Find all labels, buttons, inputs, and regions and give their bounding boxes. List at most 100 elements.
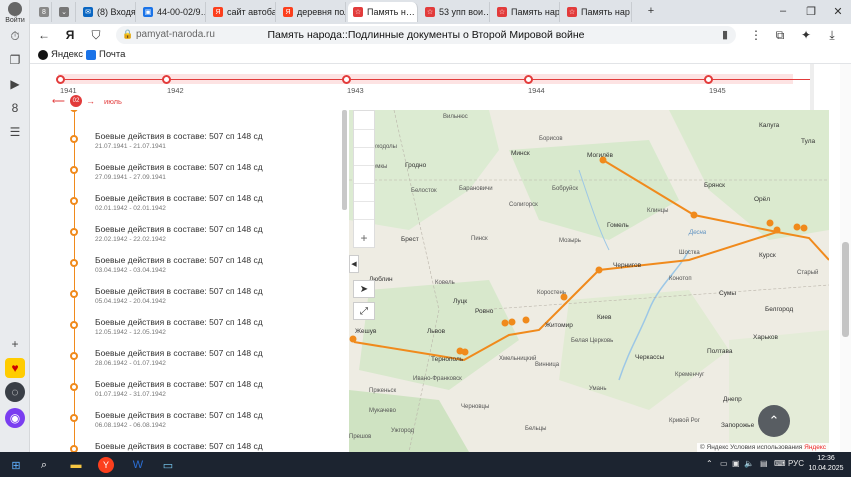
map-label: Ровно: [475, 308, 494, 315]
list-item[interactable]: Боевые действия в составе: 507 сп 148 сд…: [70, 348, 354, 376]
list-item-title: Боевые действия в составе: 507 сп 148 сд: [95, 131, 263, 141]
timeline-handle[interactable]: 02: [70, 95, 82, 107]
tab-1[interactable]: ⌄: [54, 2, 76, 22]
login-button[interactable]: Войти: [2, 2, 28, 24]
list-item-marker: [70, 383, 78, 391]
list-item[interactable]: Боевые действия в составе: 507 сп 148 сд…: [70, 162, 354, 190]
list-item[interactable]: Боевые действия в составе: 507 сп 148 сд…: [70, 410, 354, 438]
downloads-icon[interactable]: ⤓: [824, 27, 840, 43]
chevron-up-icon[interactable]: ⌃: [706, 459, 713, 468]
tab-6[interactable]: ☆Память н…✕: [348, 2, 418, 22]
start-icon[interactable]: ⊞: [6, 455, 26, 475]
locate-icon[interactable]: ➤: [353, 280, 375, 298]
map-label: Коростень: [537, 290, 566, 296]
timeline-marker-1943[interactable]: [342, 75, 351, 84]
tab-5[interactable]: Ядеревня пол…: [278, 2, 346, 22]
bookmarks-bar: Яндекс Почта: [30, 46, 851, 64]
keyboard-icon[interactable]: ⌨: [774, 459, 786, 468]
plus-icon[interactable]: +: [5, 334, 25, 354]
yandex-browser-icon[interactable]: Y: [98, 457, 114, 473]
tab-0[interactable]: 8: [34, 2, 52, 22]
language-indicator[interactable]: РУС: [788, 459, 804, 468]
play-icon[interactable]: ▶: [5, 74, 25, 94]
shortcut-8-icon[interactable]: 8: [5, 98, 25, 118]
extensions-icon[interactable]: ✦: [798, 27, 814, 43]
restore-icon[interactable]: ❐: [798, 0, 824, 22]
bookmark-mail[interactable]: Почта: [86, 49, 125, 60]
address-bar[interactable]: 🔒 pamyat-naroda.ru Память народа::Подлин…: [116, 26, 736, 44]
list-item[interactable]: Боевые действия в составе: 507 сп 148 сд…: [70, 131, 354, 159]
list-item[interactable]: Боевые действия в составе: 507 сп 148 сд…: [70, 286, 354, 314]
page-scrollbar[interactable]: [840, 64, 851, 452]
tab-3[interactable]: ▣ 44-00-02/9…: [138, 2, 206, 22]
timeline-marker-1944[interactable]: [524, 75, 533, 84]
list-scrollbar[interactable]: [342, 110, 347, 210]
battery-icon[interactable]: ▭: [720, 459, 728, 468]
list-item[interactable]: Боевые действия в составе: 507 сп 148 сд: [70, 441, 354, 452]
tab-8[interactable]: ☆ Память нар…: [492, 2, 560, 22]
new-tab-button[interactable]: +: [638, 0, 664, 22]
list-item[interactable]: Боевые действия в составе: 507 сп 148 сд…: [70, 193, 354, 221]
list-icon[interactable]: ☰: [5, 122, 25, 142]
timeline-next-icon[interactable]: →: [86, 96, 95, 106]
minimize-icon[interactable]: –: [770, 0, 796, 22]
scroll-to-top-button[interactable]: ⌃: [758, 405, 790, 437]
app-icon[interactable]: ▭: [158, 455, 178, 475]
bookmark-icon[interactable]: ▮: [722, 28, 728, 41]
search-icon[interactable]: ⌕: [34, 455, 54, 475]
clock[interactable]: 12:36 10.04.2025: [806, 454, 846, 474]
tab-9[interactable]: ☆ Память нар…: [562, 2, 632, 22]
alice-icon[interactable]: ◉: [5, 408, 25, 428]
address-bar-row: ← Я ⛉ 🔒 pamyat-naroda.ru Память народа::…: [30, 24, 851, 46]
map-label: Белая Церковь: [571, 338, 614, 344]
map-label: Днепр: [723, 396, 742, 403]
list-item[interactable]: Боевые действия в составе: 507 сп 148 сд…: [70, 379, 354, 407]
copy-icon[interactable]: ❐: [5, 50, 25, 70]
zoom-in-button[interactable]: +: [354, 231, 374, 245]
explorer-icon[interactable]: ▬: [66, 455, 86, 475]
timeline-marker-1941[interactable]: [56, 75, 65, 84]
back-icon[interactable]: ←: [36, 27, 52, 43]
tab-2[interactable]: ✉ (8) Входящ…: [78, 2, 136, 22]
browser-icon[interactable]: ◌: [5, 382, 25, 402]
map-label: Винница: [535, 362, 560, 368]
tray-app-icon[interactable]: ▣: [732, 459, 740, 468]
list-item-marker: [70, 352, 78, 360]
yandex-logo-icon[interactable]: Я: [62, 27, 78, 43]
timeline-marker-1945[interactable]: [704, 75, 713, 84]
timeline-prev-icon[interactable]: ⟵: [52, 96, 65, 107]
timeline-year: 1943: [347, 86, 364, 95]
list-item[interactable]: Боевые действия в составе: 507 сп 148 сд…: [70, 317, 354, 345]
list-item[interactable]: Боевые действия в составе: 507 сп 148 сд…: [70, 255, 354, 283]
fullscreen-icon[interactable]: ⤢: [353, 302, 375, 320]
list-item-marker: [70, 135, 78, 143]
list-item[interactable]: 20.07.1941 - 21.07.1941: [70, 110, 354, 128]
tab-7[interactable]: ☆ 53 упп вои…: [420, 2, 490, 22]
tab-4[interactable]: Ясайт автоба…: [208, 2, 276, 22]
network-icon[interactable]: ▤: [760, 459, 768, 468]
word-icon[interactable]: W: [128, 455, 148, 475]
map-label: Хмельницкий: [499, 356, 537, 362]
close-window-icon[interactable]: ✕: [825, 0, 851, 22]
list-item[interactable]: Боевые действия в составе: 507 сп 148 сд…: [70, 224, 354, 252]
zoom-slider[interactable]: +: [353, 110, 375, 248]
timeline-marker-1942[interactable]: [162, 75, 171, 84]
page-actions-icon[interactable]: ⋮: [748, 27, 764, 43]
volume-icon[interactable]: 🔈: [744, 459, 754, 468]
map-copyright[interactable]: © Яндекс Условия использования Яндекс: [696, 443, 829, 452]
timeline-scrollbar[interactable]: [810, 64, 814, 110]
collections-icon[interactable]: ⧉: [772, 27, 788, 43]
map-label: Ужгород: [391, 428, 415, 434]
clock-date: 10.04.2025: [808, 465, 844, 472]
map-label: Гомель: [607, 222, 629, 229]
shield-icon[interactable]: ⛉: [88, 27, 104, 43]
list-item-marker: [70, 228, 78, 236]
map-label: Прженьск: [369, 388, 397, 394]
clock-icon[interactable]: ⏱: [5, 26, 25, 46]
collapse-panel-button[interactable]: ◀: [349, 255, 359, 273]
map-label: Кривой Рог: [669, 418, 700, 424]
bookmark-yandex[interactable]: Яндекс: [38, 49, 83, 60]
yandex-app-icon[interactable]: ♥: [5, 358, 25, 378]
map[interactable]: Вильнюс Минск Борисов Могилёв Калуга Тул…: [349, 110, 829, 452]
list-item-title: Боевые действия в составе: 507 сп 148 сд: [95, 348, 263, 358]
